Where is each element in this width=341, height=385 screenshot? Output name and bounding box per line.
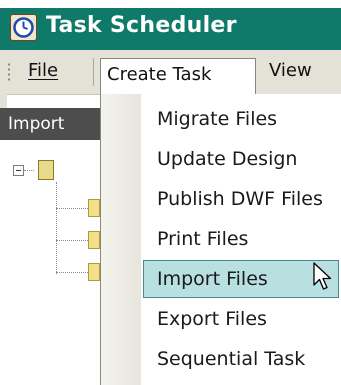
- menu-view-label: View: [269, 60, 312, 81]
- tree-connector: [56, 272, 88, 273]
- menu-item-label: Import Files: [157, 268, 268, 290]
- toolbar-grip[interactable]: [7, 62, 11, 82]
- mouse-pointer-icon: [313, 262, 335, 296]
- menu-item-print-files[interactable]: Print Files: [101, 220, 341, 258]
- menu-file-label: File: [28, 60, 59, 81]
- menu-item-label: Migrate Files: [157, 108, 278, 130]
- menu-item-update-design[interactable]: Update Design: [101, 140, 341, 178]
- tree-connector: [56, 182, 57, 274]
- document-icon: [88, 199, 100, 217]
- document-icon: [88, 263, 100, 281]
- menu-item-publish-dwf-files[interactable]: Publish DWF Files: [101, 180, 341, 218]
- menu-item-import-files[interactable]: Import Files: [143, 260, 339, 298]
- project-folder-icon: [38, 160, 54, 180]
- collapse-icon[interactable]: [13, 165, 24, 176]
- menu-item-label: Export Files: [157, 308, 267, 330]
- create-task-dropdown: Migrate Files Update Design Publish DWF …: [100, 94, 341, 385]
- clock-icon[interactable]: [10, 14, 37, 41]
- menu-item-label: Update Design: [157, 148, 298, 170]
- pane-header: Import: [0, 108, 110, 140]
- menu-item-label: Print Files: [157, 228, 249, 250]
- document-icon: [88, 231, 100, 249]
- window-title: Task Scheduler: [46, 13, 237, 38]
- menu-item-migrate-files[interactable]: Migrate Files: [101, 100, 341, 138]
- menu-create-task-label: Create Task: [107, 64, 212, 85]
- menu-view[interactable]: View: [263, 56, 318, 86]
- title-bar: Task Scheduler: [0, 8, 341, 50]
- menu-separator: [93, 58, 94, 86]
- menu-item-label: Publish DWF Files: [157, 188, 323, 210]
- menu-create-task[interactable]: Create Task: [100, 58, 256, 94]
- menu-item-label: Sequential Task: [157, 348, 306, 370]
- menu-item-sequential-task[interactable]: Sequential Task: [101, 340, 341, 378]
- menu-file[interactable]: File: [22, 56, 64, 86]
- tree-connector: [24, 170, 34, 171]
- tree-connector: [56, 240, 88, 241]
- menu-item-export-files[interactable]: Export Files: [101, 300, 341, 338]
- tree-connector: [56, 208, 88, 209]
- menu-bar: File Create Task View: [0, 50, 341, 95]
- pane-header-label: Import: [8, 114, 65, 134]
